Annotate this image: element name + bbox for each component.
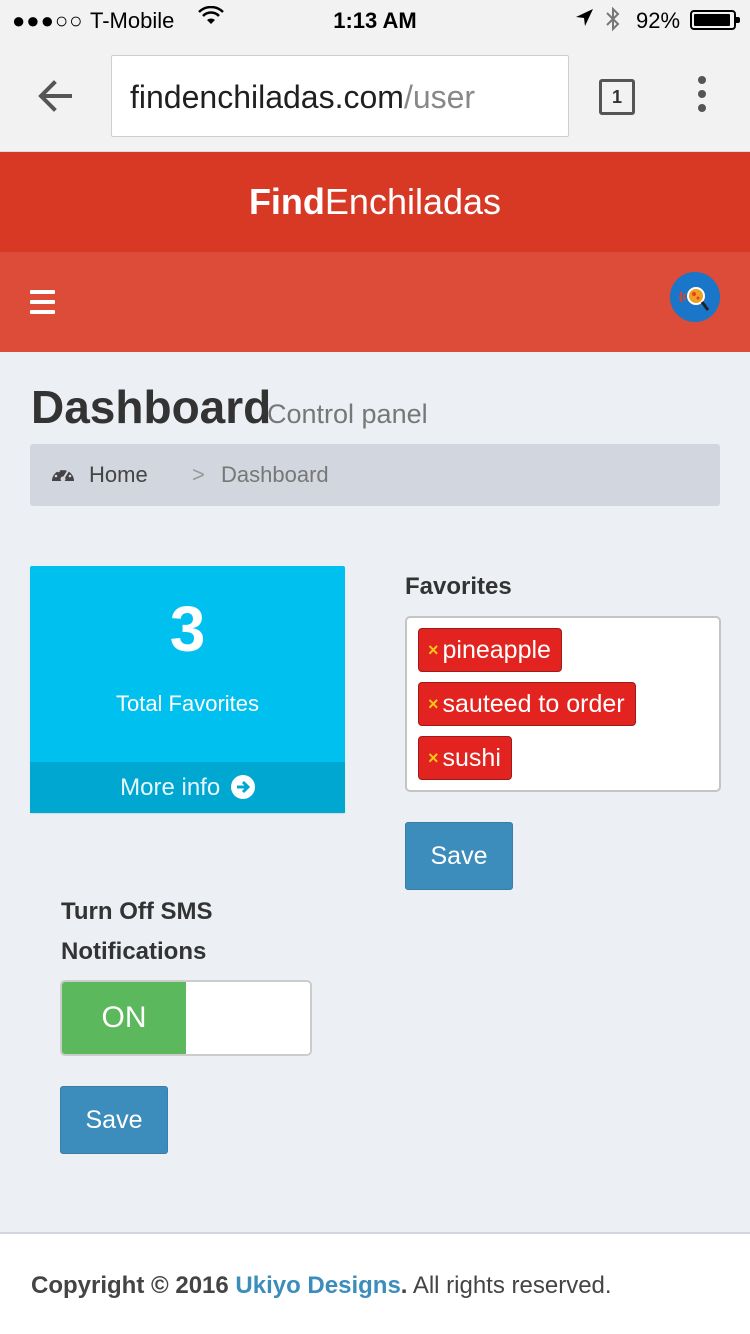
- more-info-link[interactable]: More info: [30, 762, 345, 813]
- favorites-count: 3: [169, 593, 206, 665]
- remove-tag-icon[interactable]: ×: [428, 694, 439, 714]
- breadcrumb: Home > Dashboard: [30, 444, 720, 506]
- browser-menu-icon[interactable]: [690, 76, 716, 120]
- toggle-on-state: ON: [62, 982, 186, 1054]
- total-favorites-box: 3 Total Favorites More info: [30, 566, 345, 813]
- location-arrow-icon: [576, 9, 593, 26]
- brand-link[interactable]: Ukiyo Designs: [235, 1272, 400, 1299]
- save-favorites-button[interactable]: Save: [405, 822, 513, 890]
- tab-switcher-button[interactable]: 1: [599, 79, 635, 115]
- favorite-tag: × sushi: [418, 736, 512, 780]
- remove-tag-icon[interactable]: ×: [428, 748, 439, 768]
- favorite-tag: × pineapple: [418, 628, 562, 672]
- arrow-circle-right-icon: [230, 775, 255, 799]
- browser-toolbar: findenchiladas.com/user 1: [0, 40, 750, 152]
- tag-label: pineapple: [442, 636, 551, 664]
- copyright-prefix: Copyright © 2016: [31, 1272, 229, 1299]
- save-sms-button[interactable]: Save: [60, 1086, 168, 1154]
- status-bar: ●●●○○ T-Mobile 1:13 AM 92%: [0, 0, 750, 40]
- copyright-period: .: [400, 1272, 408, 1299]
- breadcrumb-current: Dashboard: [221, 462, 329, 487]
- favorites-label: Favorites: [405, 573, 512, 600]
- copyright-text: Copyright © 2016 Ukiyo Designs. All righ…: [31, 1272, 612, 1300]
- avatar-image: [670, 272, 720, 322]
- logo-light-text: Enchiladas: [324, 181, 502, 222]
- page-title: Dashboard: [31, 381, 272, 433]
- breadcrumb-separator: >: [192, 462, 205, 487]
- tag-label: sushi: [442, 744, 501, 772]
- top-navbar: [0, 252, 750, 352]
- favorites-tag-input[interactable]: × pineapple × sauteed to order × sushi: [405, 616, 721, 792]
- sms-notifications-label: Turn Off SMS Notifications: [61, 898, 213, 965]
- favorite-tag: × sauteed to order: [418, 682, 636, 726]
- url-bar[interactable]: findenchiladas.com/user: [111, 55, 569, 137]
- battery-icon: [690, 10, 740, 30]
- app-logo[interactable]: FindEnchiladas: [0, 152, 750, 252]
- url-host: findenchiladas.com: [130, 79, 404, 115]
- url-path: /user: [403, 79, 476, 115]
- rights-text: All rights reserved.: [412, 1272, 612, 1299]
- dashboard-gauge-icon: [52, 467, 74, 482]
- remove-tag-icon[interactable]: ×: [428, 640, 439, 660]
- page-footer: Copyright © 2016 Ukiyo Designs. All righ…: [0, 1232, 750, 1334]
- user-avatar[interactable]: [670, 272, 720, 322]
- battery-percent: 92%: [636, 8, 681, 33]
- bluetooth-icon: [606, 6, 620, 32]
- favorites-count-label: Total Favorites: [115, 691, 260, 716]
- breadcrumb-home-link[interactable]: Home: [89, 462, 148, 488]
- hamburger-menu-icon[interactable]: [30, 290, 55, 314]
- more-info-label: More info: [120, 774, 221, 801]
- tag-label: sauteed to order: [442, 690, 625, 718]
- back-arrow-icon[interactable]: [30, 70, 80, 122]
- sms-toggle-switch[interactable]: ON: [60, 980, 312, 1056]
- logo-bold-text: Find: [248, 181, 325, 222]
- page-subtitle: Control panel: [267, 399, 428, 429]
